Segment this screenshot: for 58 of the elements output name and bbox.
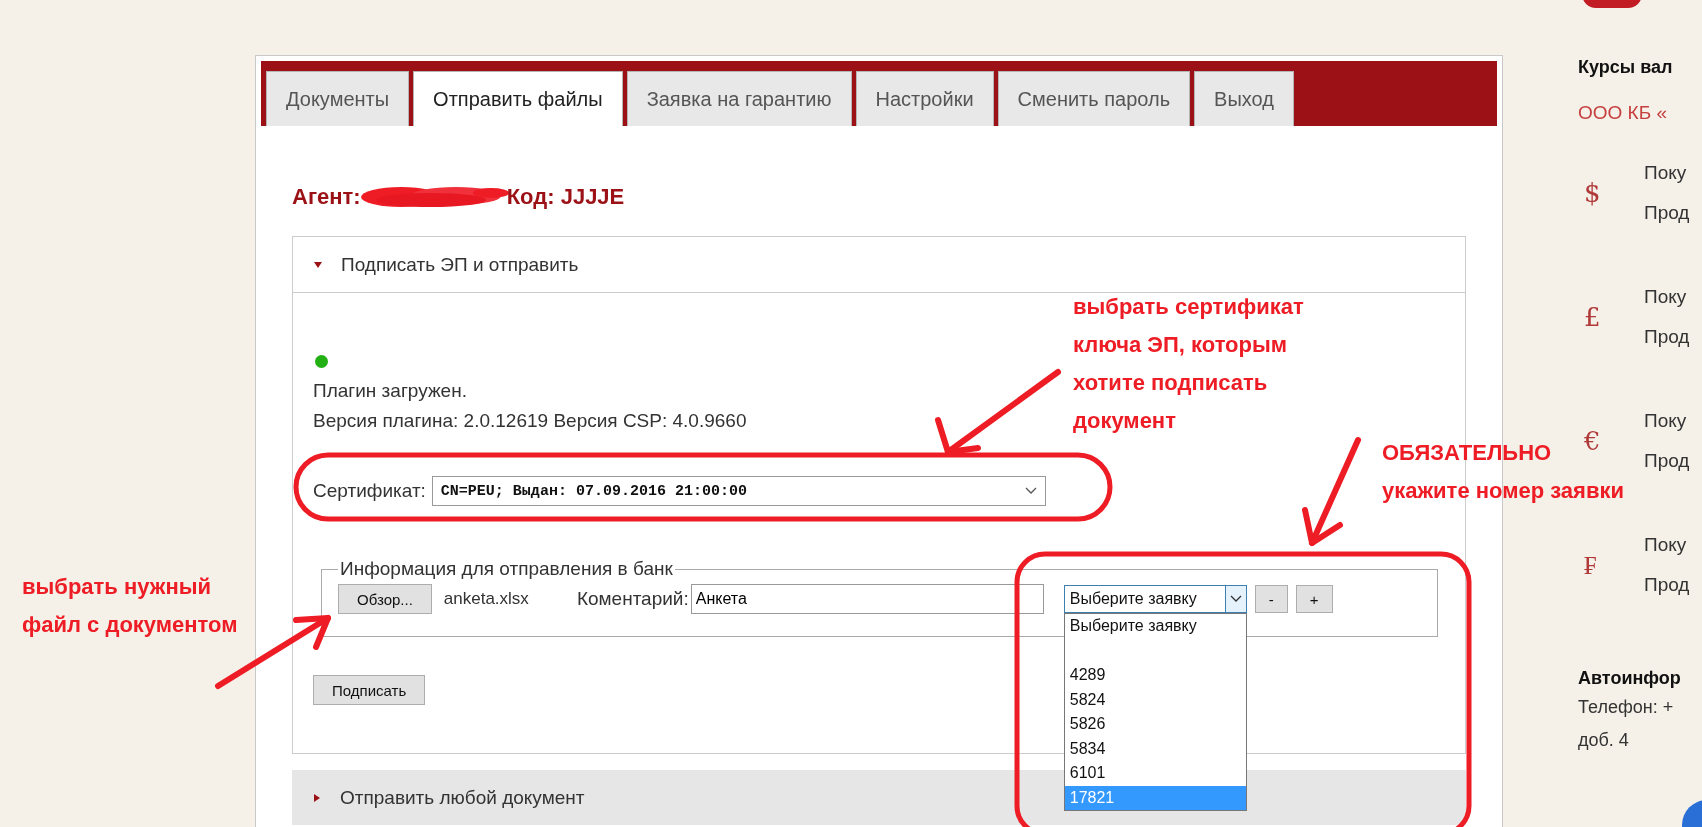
caret-down-icon: [313, 259, 323, 270]
buy-label: Поку: [1644, 410, 1688, 432]
dropdown-option[interactable]: 5834: [1064, 736, 1246, 761]
tab[interactable]: Сменить пароль: [997, 71, 1191, 126]
tab[interactable]: Заявка на гарантию: [626, 71, 852, 126]
annotation-text: выбрать сертификат: [1073, 293, 1304, 321]
autoinfo-title: Автоинфор: [1578, 668, 1682, 689]
tab[interactable]: Настройки: [855, 71, 994, 126]
annotation-text: хотите подписать: [1073, 369, 1268, 397]
agent-label: Агент:: [292, 184, 361, 210]
dropdown-option[interactable]: 4289: [1064, 663, 1246, 688]
plugin-status: Плагин загружен.: [313, 379, 467, 403]
sell-label: Прод: [1644, 326, 1690, 348]
currency-symbol: €: [1583, 426, 1602, 456]
tab[interactable]: Документы: [266, 71, 410, 126]
plugin-version: Версия плагина: 2.0.12619 Версия CSP: 4.0.9660: [313, 409, 747, 433]
annotation-text: документ: [1073, 407, 1176, 435]
chevron-down-icon: [1024, 487, 1037, 495]
rates-title: Курсы вал: [1578, 57, 1674, 78]
annotation-text: ключа ЭП, которым: [1073, 331, 1288, 359]
group-title: Информация для отправления в банк: [339, 558, 674, 580]
browse-button[interactable]: Обзор...: [338, 584, 432, 614]
currency-symbol: $: [1583, 178, 1602, 208]
currency-symbol: £: [1583, 302, 1602, 332]
sell-label: Прод: [1644, 450, 1690, 472]
tab[interactable]: Выход: [1194, 71, 1294, 126]
dropdown-option[interactable]: 5826: [1064, 712, 1246, 737]
caret-right-icon: [312, 792, 322, 803]
sign-button[interactable]: Подписать: [313, 675, 426, 705]
chevron-down-icon: [1229, 595, 1242, 603]
file-name: anketa.xlsx: [443, 589, 529, 609]
annotation-text: выбрать нужный: [22, 573, 211, 601]
currency-symbol: ₣: [1583, 549, 1598, 581]
add-button[interactable]: +: [1295, 585, 1333, 613]
extension-text: доб. 4: [1578, 730, 1630, 751]
comment-label: Коментарий:: [576, 588, 689, 610]
dropdown-option[interactable]: 6101: [1064, 761, 1246, 786]
certificate-label: Сертификат:: [313, 479, 426, 503]
certificate-select[interactable]: CN=PEU; Выдан: 07.09.2016 21:00:00: [431, 476, 1046, 506]
buy-label: Поку: [1644, 162, 1688, 184]
annotation-text: укажите номер заявки: [1382, 477, 1624, 505]
remove-button[interactable]: -: [1254, 585, 1288, 613]
bank-name: ООО КБ «: [1578, 102, 1668, 124]
sell-label: Прод: [1644, 574, 1690, 596]
buy-label: Поку: [1644, 534, 1688, 556]
comment-field[interactable]: Анкета: [690, 584, 1044, 614]
annotation-text: ОБЯЗАТЕЛЬНО: [1382, 439, 1552, 467]
tab[interactable]: Отправить файлы: [413, 71, 623, 126]
request-select[interactable]: Выберите заявку: [1063, 585, 1247, 613]
phone-text: Телефон: +: [1578, 697, 1675, 718]
dropdown-option[interactable]: Выберите заявку: [1064, 614, 1246, 639]
buy-label: Поку: [1644, 286, 1688, 308]
dropdown-option[interactable]: 5824: [1064, 687, 1246, 712]
section-header[interactable]: Отправить любой документ: [292, 770, 605, 825]
section-header[interactable]: Подписать ЭП и отправить: [293, 237, 599, 292]
agent-code: Код: JJJJE: [506, 184, 625, 210]
annotation-text: файл с документом: [22, 611, 238, 639]
sell-label: Прод: [1644, 202, 1690, 224]
